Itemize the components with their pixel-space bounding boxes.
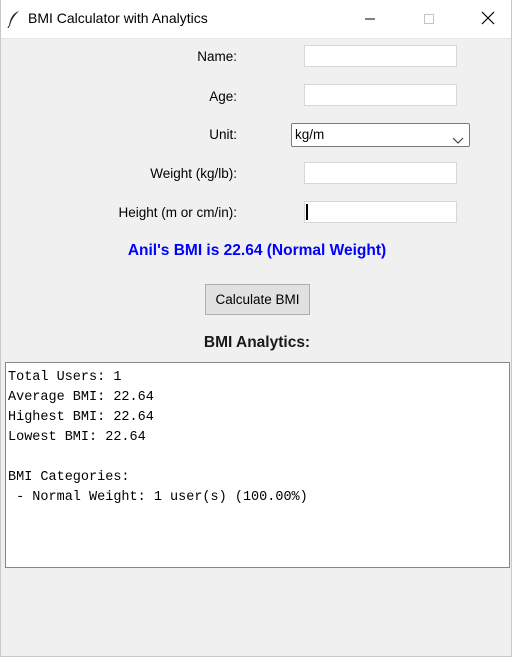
title-bar[interactable]: BMI Calculator with Analytics	[1, 0, 511, 39]
unit-label: Unit:	[209, 127, 237, 142]
chevron-down-icon[interactable]	[452, 130, 464, 144]
analytics-line	[8, 448, 507, 468]
close-button[interactable]	[465, 0, 511, 38]
name-label: Name:	[197, 49, 237, 64]
name-input[interactable]	[304, 45, 457, 67]
analytics-line: - Normal Weight: 1 user(s) (100.00%)	[8, 490, 308, 505]
weight-label: Weight (kg/lb):	[150, 166, 237, 181]
app-window: BMI Calculator with Analytics Name: Age:	[0, 0, 512, 657]
text-cursor	[306, 204, 308, 220]
age-label: Age:	[209, 89, 237, 104]
minimize-icon	[364, 10, 376, 29]
unit-dropdown[interactable]: kg/m	[291, 123, 470, 147]
analytics-line: Average BMI: 22.64	[8, 390, 154, 405]
analytics-heading: BMI Analytics:	[203, 334, 311, 351]
analytics-line: Highest BMI: 22.64	[8, 410, 154, 425]
age-input[interactable]	[304, 84, 457, 106]
close-icon	[481, 10, 495, 29]
minimize-button[interactable]	[347, 0, 393, 38]
weight-input[interactable]	[304, 162, 457, 184]
height-label: Height (m or cm/in):	[118, 205, 237, 220]
analytics-line: Lowest BMI: 22.64	[8, 430, 146, 445]
analytics-line: Total Users: 1	[8, 370, 122, 385]
bmi-result-text: Anil's BMI is 22.64 (Normal Weight)	[127, 242, 387, 259]
analytics-line: BMI Categories:	[8, 470, 130, 485]
maximize-button[interactable]	[406, 0, 452, 38]
analytics-textbox[interactable]: Total Users: 1 Average BMI: 22.64 Highes…	[5, 362, 510, 568]
feather-icon	[7, 10, 21, 29]
window-title: BMI Calculator with Analytics	[28, 10, 208, 26]
calculate-bmi-button[interactable]: Calculate BMI	[205, 284, 310, 315]
height-input[interactable]	[304, 201, 457, 223]
unit-dropdown-value: kg/m	[295, 127, 325, 142]
maximize-icon	[423, 10, 435, 29]
